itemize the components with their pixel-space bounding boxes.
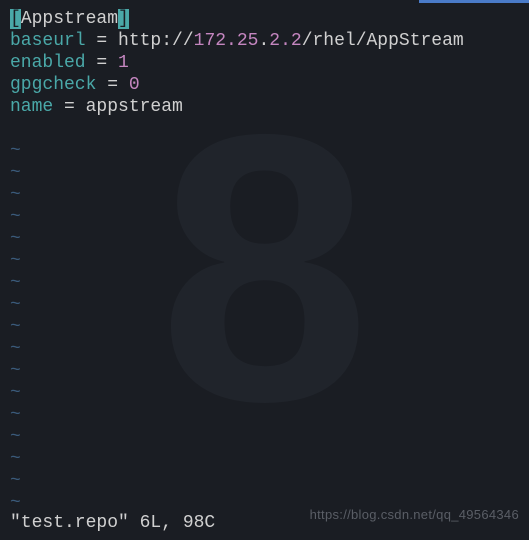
bracket-close-hl: ] <box>118 9 129 29</box>
ip-segment-2: 2.2 <box>269 31 301 51</box>
config-key: enabled <box>10 53 86 73</box>
config-key: gpgcheck <box>10 75 96 95</box>
vim-tilde-line: ~ <box>10 426 519 448</box>
config-line-baseurl: baseurl = http://172.25.2.2/rhel/AppStre… <box>10 30 519 52</box>
vim-tilde-line: ~ <box>10 316 519 338</box>
config-line-gpgcheck: gpgcheck = 0 <box>10 74 519 96</box>
vim-tilde-line: ~ <box>10 338 519 360</box>
top-accent-border <box>419 0 529 3</box>
config-key: baseurl <box>10 31 86 51</box>
editor-content[interactable]: [Appstream] baseurl = http://172.25.2.2/… <box>10 8 519 514</box>
equals-sign: = <box>53 97 85 117</box>
cursor-bracket-open: [ <box>10 9 21 29</box>
section-header-line: [Appstream] <box>10 8 519 30</box>
equals-sign: = <box>86 31 118 51</box>
vim-tilde-line: ~ <box>10 250 519 272</box>
vim-tilde-line: ~ <box>10 184 519 206</box>
config-line-name: name = appstream <box>10 96 519 118</box>
vim-tilde-line: ~ <box>10 360 519 382</box>
config-value-num: 1 <box>118 53 129 73</box>
empty-line <box>10 118 519 140</box>
vim-tilde-line: ~ <box>10 228 519 250</box>
vim-tilde-line: ~ <box>10 448 519 470</box>
vim-tilde-line: ~ <box>10 206 519 228</box>
vim-tilde-line: ~ <box>10 404 519 426</box>
vim-tilde-line: ~ <box>10 470 519 492</box>
vim-status-line: "test.repo" 6L, 98C <box>10 512 215 534</box>
equals-sign: = <box>86 53 118 73</box>
section-name: Appstream <box>21 9 118 29</box>
ip-segment-1: 172.25 <box>194 31 259 51</box>
vim-tilde-line: ~ <box>10 140 519 162</box>
vim-tilde-line: ~ <box>10 382 519 404</box>
url-prefix: http:// <box>118 31 194 51</box>
vim-tilde-line: ~ <box>10 294 519 316</box>
config-line-enabled: enabled = 1 <box>10 52 519 74</box>
config-value-num: 0 <box>129 75 140 95</box>
config-value-plain: appstream <box>86 97 183 117</box>
config-key: name <box>10 97 53 117</box>
vim-tilde-line: ~ <box>10 162 519 184</box>
vim-tilde-line: ~ <box>10 272 519 294</box>
equals-sign: = <box>96 75 128 95</box>
ip-dot: . <box>258 31 269 51</box>
vim-tilde-line: ~ <box>10 492 519 514</box>
url-suffix: /rhel/AppStream <box>302 31 464 51</box>
